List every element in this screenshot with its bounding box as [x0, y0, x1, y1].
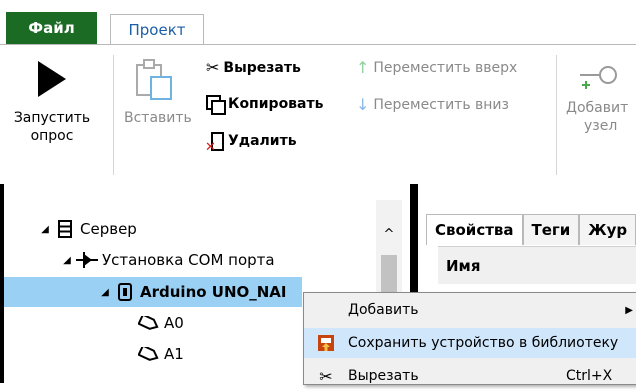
menu-item-save-to-library[interactable]: Сохранить устройство в библиотеку	[304, 328, 636, 358]
add-node-label-line2: узел	[584, 118, 618, 134]
run-poll-label-line2: опрос	[30, 128, 74, 144]
tree-node-tag-a0[interactable]: A0	[138, 308, 184, 338]
move-up-label: Переместить вверх	[373, 59, 518, 76]
collapse-arrow-icon[interactable]: ◢	[96, 287, 114, 298]
tree-node-label: A0	[164, 314, 184, 332]
column-header-name[interactable]: Имя	[438, 246, 636, 284]
add-node-icon	[578, 55, 618, 95]
paste-label: Вставить	[124, 110, 192, 126]
tab-file[interactable]: Файл	[6, 12, 97, 44]
add-node-button[interactable]: Добавит узел	[566, 55, 636, 135]
move-down-button[interactable]: ↓ Переместить вниз	[356, 95, 509, 114]
tree-node-label: Arduino UNO_NAI	[140, 283, 287, 301]
run-poll-label-line1: Запустить	[13, 110, 91, 126]
copy-icon	[206, 95, 226, 115]
menu-item-label: Вырезать	[348, 368, 419, 384]
menu-item-shortcut: Ctrl+X	[566, 368, 613, 384]
move-down-label: Переместить вниз	[373, 96, 509, 113]
play-icon	[38, 61, 66, 97]
submenu-arrow-icon: ▶	[625, 304, 633, 316]
collapse-arrow-icon[interactable]: ◢	[36, 224, 54, 235]
tree-node-label: Установка COM порта	[102, 251, 275, 269]
connection-icon	[76, 250, 98, 270]
delete-label: Удалить	[228, 133, 297, 149]
save-to-library-icon	[316, 333, 336, 353]
clipboard-icon	[134, 57, 174, 103]
menu-item-cut[interactable]: ✂ Вырезать Ctrl+X	[304, 361, 636, 391]
tree-node-tag-a1[interactable]: A1	[138, 339, 184, 369]
tag-icon	[138, 344, 160, 364]
tab-tags[interactable]: Теги	[522, 214, 580, 245]
device-icon	[114, 282, 136, 302]
tree-node-device-selected[interactable]: ◢ Arduino UNO_NAI	[4, 277, 302, 307]
collapse-arrow-icon[interactable]: ◢	[58, 255, 76, 266]
tab-properties[interactable]: Свойства	[426, 214, 523, 245]
add-node-label-line1: Добавит	[566, 100, 629, 116]
copy-label: Копировать	[228, 96, 324, 112]
ribbon-separator	[556, 55, 557, 175]
paste-button[interactable]: Вставить	[124, 57, 192, 127]
server-icon	[54, 219, 76, 239]
cut-label: Вырезать	[223, 59, 301, 76]
properties-tabs: Свойства Теги Жур	[426, 214, 636, 245]
ribbon: Запустить опрос Вставить ✂ Вырезать Копи…	[0, 44, 636, 185]
ribbon-separator	[113, 55, 114, 175]
tree-node-label: A1	[164, 345, 184, 363]
delete-button[interactable]: ✕ Удалить	[205, 131, 297, 155]
tab-project[interactable]: Проект	[110, 14, 204, 45]
ribbon-tab-bar: Файл Проект	[0, 0, 636, 45]
arrow-up-icon: ↑	[356, 58, 370, 77]
menu-item-label: Добавить	[348, 302, 419, 318]
arrow-down-icon: ↓	[356, 95, 370, 114]
copy-button[interactable]: Копировать	[206, 95, 324, 115]
context-menu: Добавить ▶ Сохранить устройство в библио…	[303, 292, 636, 386]
scissors-icon: ✂	[319, 366, 333, 386]
run-poll-button[interactable]: Запустить опрос	[8, 61, 96, 145]
menu-item-add[interactable]: Добавить ▶	[304, 295, 636, 325]
cut-button[interactable]: ✂ Вырезать	[206, 58, 301, 77]
scissors-icon: ✂	[206, 58, 220, 77]
move-up-button[interactable]: ↑ Переместить вверх	[356, 58, 517, 77]
tree-node-com-port[interactable]: ◢ Установка COM порта	[58, 245, 275, 275]
tree-node-label: Сервер	[80, 220, 137, 238]
tag-icon	[138, 313, 160, 333]
tree-node-server[interactable]: ◢ Сервер	[36, 214, 137, 244]
tab-log[interactable]: Жур	[579, 214, 636, 245]
scroll-up-icon[interactable]: ^	[376, 226, 402, 244]
delete-icon: ✕	[205, 131, 224, 155]
menu-item-label: Сохранить устройство в библиотеку	[348, 335, 619, 351]
